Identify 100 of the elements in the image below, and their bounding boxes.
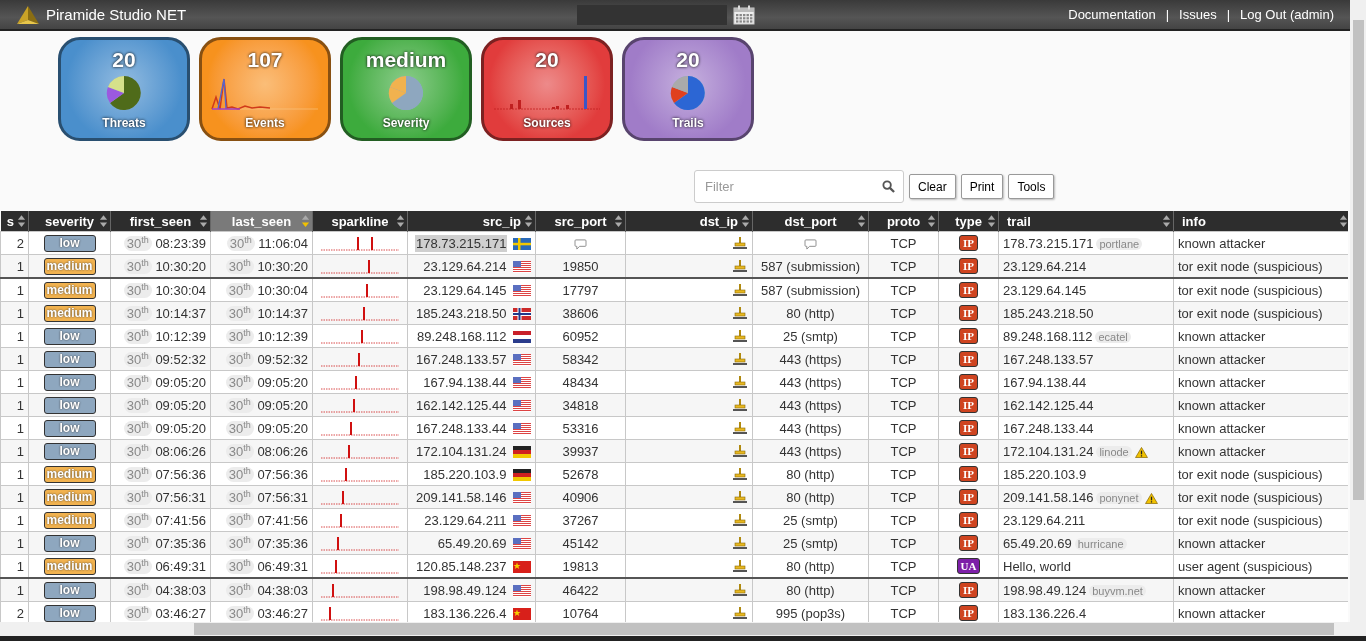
network-icon[interactable] [732,259,748,273]
sort-icon [524,214,533,229]
network-icon[interactable] [732,398,748,412]
count-text: 1 [16,582,24,598]
severity-tag: low [43,534,96,552]
network-icon[interactable] [732,352,748,366]
time-text: 10:30:04 [257,283,308,299]
network-icon[interactable] [732,236,748,250]
network-icon[interactable] [732,467,748,481]
time-text: 06:49:31 [155,559,206,575]
network-icon[interactable] [732,559,748,573]
search-icon [882,180,895,193]
column-header[interactable]: s [0,211,29,232]
day-badge: 30$^{th}$ [123,375,152,391]
vertical-scrollbar[interactable] [1350,0,1366,636]
port-text: 46422 [562,582,599,598]
network-icon[interactable] [732,513,748,527]
column-header[interactable]: dst_ip [625,211,753,232]
column-header[interactable]: info [1173,211,1348,232]
link-separator: | [1165,7,1170,22]
network-icon[interactable] [732,536,748,550]
day-badge: 30$^{th}$ [123,236,152,252]
day-badge: 30$^{th}$ [123,306,152,322]
header-link[interactable]: Log Out (admin) [1240,7,1334,22]
port-text: 37267 [562,512,599,528]
toolbar-button[interactable]: Tools [1008,174,1055,199]
column-header[interactable]: sparkline [312,211,408,232]
count-text: 1 [16,351,24,367]
calendar-icon[interactable] [733,4,756,25]
proto-text: TCP [890,582,917,598]
ip-text: 23.129.64.211 [423,511,508,529]
time-text: 10:14:37 [155,306,206,322]
trail-text: 23.129.64.145 [1003,282,1087,298]
day-badge: 30$^{th}$ [123,398,152,414]
time-text: 08:06:26 [155,444,206,460]
column-header[interactable]: severity [28,211,111,232]
network-icon[interactable] [732,606,748,620]
port-text: 39937 [562,443,599,459]
date-field[interactable] [577,4,728,25]
ip-text: 185.243.218.50 [415,304,508,322]
column-header[interactable]: src_port [535,211,626,232]
provider-tag: linode [1096,445,1132,458]
toolbar-button[interactable]: Print [960,174,1004,199]
column-header[interactable]: last_seen [210,211,313,232]
scrollbar-thumb[interactable] [1353,20,1364,500]
card-label: Sources [523,116,571,130]
pie-chart-drawing [388,75,424,111]
time-text: 10:30:20 [155,259,206,275]
trail-text: 209.141.58.146 [1003,489,1094,505]
proto-text: TCP [890,558,917,574]
trail-text: 167.248.133.44 [1003,420,1094,436]
ip-text: 209.141.58.146 [415,488,508,506]
network-icon[interactable] [732,375,748,389]
stat-card[interactable]: 20 Sources [481,37,613,141]
column-header[interactable]: type [938,211,999,232]
day-badge: 30$^{th}$ [225,306,254,322]
proto-text: TCP [890,605,917,621]
network-icon[interactable] [732,490,748,504]
ip-text: 178.73.215.171 [415,234,508,252]
network-icon[interactable] [732,421,748,435]
network-icon[interactable] [732,583,748,597]
column-header[interactable]: proto [868,211,939,232]
time-text: 09:05:20 [257,421,308,437]
network-icon[interactable] [732,306,748,320]
day-badge: 30$^{th}$ [225,398,254,414]
card-label: Threats [102,116,146,130]
network-icon[interactable] [732,329,748,343]
header-link[interactable]: Documentation [1068,7,1156,22]
network-icon[interactable] [732,283,748,297]
column-header[interactable]: first_seen [110,211,211,232]
port-text: 19813 [562,558,599,574]
sort-icon [17,214,26,229]
info-text: known attacker [1178,420,1266,436]
sort-icon [927,214,936,229]
scrollbar-thumb[interactable] [194,623,1334,635]
day-badge: 30$^{th}$ [123,329,152,345]
port-text: 60952 [562,328,599,344]
ip-text: 167.248.133.57 [415,350,508,368]
time-text: 03:46:27 [257,606,308,622]
network-icon[interactable] [732,444,748,458]
column-header[interactable]: dst_port [752,211,869,232]
day-badge: 30$^{th}$ [123,513,152,529]
trail-text: 23.129.64.214 [1003,258,1087,274]
day-badge: 30$^{th}$ [123,283,152,299]
day-badge: 30$^{th}$ [225,444,254,460]
header-link[interactable]: Issues [1179,7,1217,22]
filter-field[interactable]: Filter [694,170,904,203]
day-badge: 30$^{th}$ [123,421,152,437]
info-text: known attacker [1178,235,1266,251]
toolbar-button[interactable]: Clear [909,174,956,199]
type-tag: IP [959,374,978,390]
time-text: 10:12:39 [155,329,206,345]
horizontal-scrollbar[interactable] [0,622,1350,636]
ip-text: 167.248.133.44 [415,419,508,437]
port-text: 25 (smtp) [783,535,838,551]
time-text: 09:05:20 [257,398,308,414]
count-text: 1 [16,258,24,274]
column-header[interactable]: trail [998,211,1174,232]
column-header[interactable]: src_ip [407,211,536,232]
port-text: 587 (submission) [761,282,860,298]
